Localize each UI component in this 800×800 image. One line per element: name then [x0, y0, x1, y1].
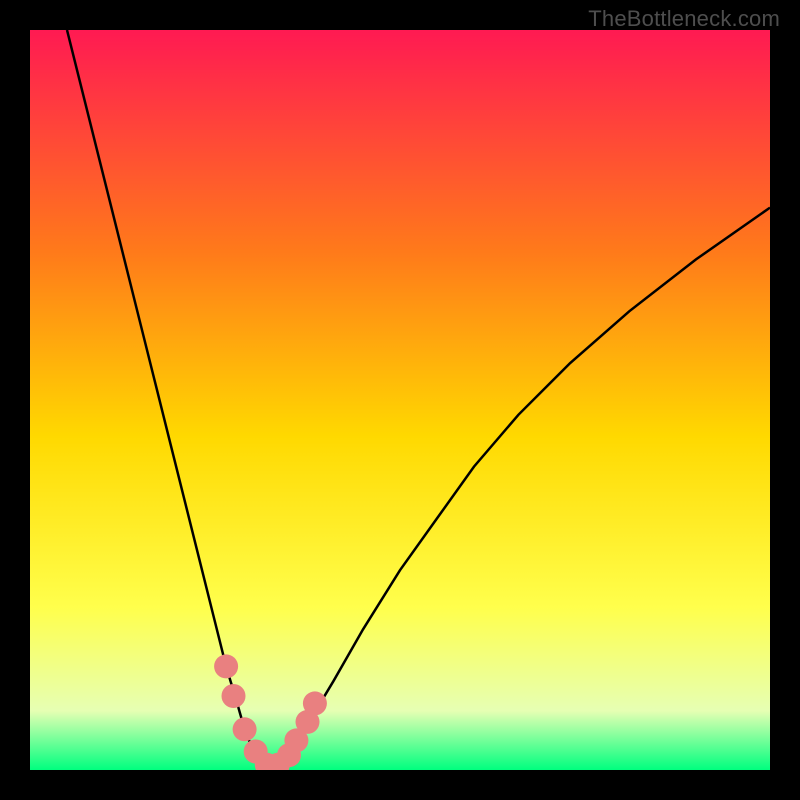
gradient-background [30, 30, 770, 770]
marker-point [214, 654, 238, 678]
chart-frame: { "watermark": "TheBottleneck.com", "col… [0, 0, 800, 800]
chart-svg [30, 30, 770, 770]
marker-point [233, 717, 257, 741]
watermark-text: TheBottleneck.com [588, 6, 780, 32]
marker-point [222, 684, 246, 708]
plot-area [30, 30, 770, 770]
marker-point [303, 691, 327, 715]
